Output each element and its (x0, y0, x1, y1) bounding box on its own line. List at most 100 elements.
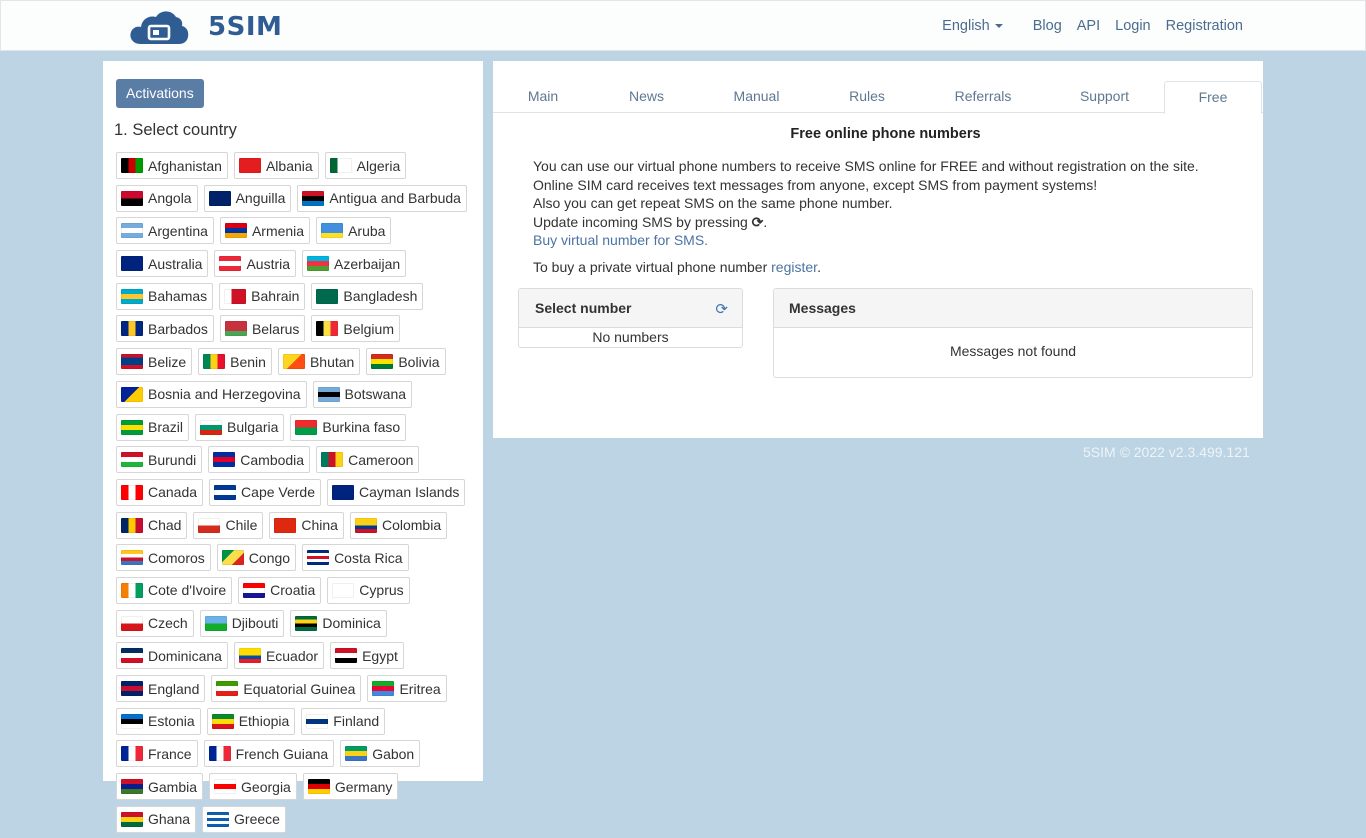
country-button[interactable]: Canada (116, 478, 204, 506)
country-button[interactable]: Barbados (116, 315, 214, 343)
tab-free[interactable]: Free (1164, 81, 1262, 114)
nav-registration[interactable]: Registration (1166, 18, 1243, 34)
country-button[interactable]: Greece (202, 805, 286, 833)
country-button[interactable]: Czech (116, 609, 194, 637)
country-button[interactable]: Cote d'Ivoire (116, 576, 233, 604)
country-button[interactable]: Germany (302, 773, 399, 801)
country-button[interactable]: French Guiana (203, 740, 335, 768)
country-button[interactable]: Armenia (219, 217, 311, 245)
country-button[interactable]: Cameroon (316, 446, 420, 474)
buy-number-link[interactable]: Buy virtual number for SMS. (533, 232, 708, 248)
country-button[interactable]: France (116, 740, 198, 768)
country-name: Eritrea (399, 680, 441, 697)
brand-logo[interactable]: 5SIM (129, 9, 282, 45)
country-name: Armenia (251, 222, 305, 239)
country-button[interactable]: Benin (198, 348, 272, 376)
country-button[interactable]: Bangladesh (311, 282, 424, 310)
country-button[interactable]: Bosnia and Herzegovina (116, 380, 307, 408)
country-button[interactable]: Estonia (116, 707, 201, 735)
country-button[interactable]: Ghana (116, 805, 197, 833)
country-button[interactable]: Dominicana (116, 642, 228, 670)
country-button[interactable]: Egypt (330, 642, 404, 670)
tab-news[interactable]: News (593, 81, 700, 113)
language-dropdown[interactable]: English (942, 18, 1003, 34)
country-button[interactable]: Georgia (209, 773, 297, 801)
country-button[interactable]: Chile (193, 511, 264, 539)
country-button[interactable]: Bhutan (277, 348, 361, 376)
country-name: Cayman Islands (359, 484, 460, 501)
tab-rules[interactable]: Rules (813, 81, 921, 113)
country-name: Bhutan (309, 353, 355, 370)
nav-api[interactable]: API (1077, 18, 1100, 34)
flag-icon (221, 550, 244, 566)
country-button[interactable]: Comoros (116, 544, 211, 572)
country-button[interactable]: Equatorial Guinea (211, 675, 362, 702)
country-button[interactable]: Croatia (238, 576, 322, 604)
flag-icon (121, 158, 143, 173)
country-button[interactable]: England (116, 675, 206, 702)
country-button[interactable]: Djibouti (199, 609, 285, 637)
register-prefix: To buy a private virtual phone number (533, 259, 768, 275)
refresh-icon[interactable]: ⟳ (715, 300, 728, 318)
country-button[interactable]: Austria (214, 250, 297, 278)
nav-login[interactable]: Login (1115, 18, 1150, 34)
country-button[interactable]: Bahamas (116, 282, 214, 310)
register-link[interactable]: register (771, 259, 817, 275)
tab-bar: Main News Manual Rules Referrals Support… (493, 81, 1263, 114)
country-name: Bahamas (148, 288, 208, 305)
country-button[interactable]: Belarus (219, 315, 306, 343)
country-button[interactable]: Finland (301, 707, 386, 735)
flag-icon (332, 582, 355, 598)
country-button[interactable]: Bahrain (219, 282, 306, 310)
tab-support[interactable]: Support (1045, 81, 1164, 113)
country-button[interactable]: Algeria (324, 152, 407, 179)
nav-blog[interactable]: Blog (1033, 18, 1062, 34)
country-button[interactable]: Cayman Islands (327, 478, 466, 506)
country-button[interactable]: Cambodia (208, 446, 311, 474)
country-button[interactable]: Belize (116, 348, 193, 376)
country-button[interactable]: Botswana (312, 380, 413, 408)
country-button[interactable]: Belgium (311, 315, 400, 343)
country-button[interactable]: Argentina (116, 217, 214, 245)
country-button[interactable]: Ecuador (233, 642, 325, 670)
country-button[interactable]: Australia (116, 250, 209, 278)
country-button[interactable]: Eritrea (367, 675, 447, 702)
country-button[interactable]: Dominica (290, 609, 387, 637)
flag-icon (282, 354, 305, 370)
country-button[interactable]: Bolivia (366, 348, 446, 376)
country-button[interactable]: Burundi (116, 446, 203, 474)
tab-main[interactable]: Main (493, 81, 593, 113)
country-button[interactable]: Anguilla (203, 184, 292, 212)
country-name: Cape Verde (241, 484, 315, 501)
country-button[interactable]: China (269, 511, 344, 539)
activations-button[interactable]: Activations (116, 79, 204, 108)
country-name: Azerbaijan (334, 255, 401, 272)
country-name: Equatorial Guinea (243, 680, 356, 697)
country-button[interactable]: Azerbaijan (302, 250, 407, 278)
country-button[interactable]: Colombia (349, 511, 448, 539)
country-button[interactable]: Chad (116, 511, 188, 539)
country-button[interactable]: Congo (216, 544, 297, 572)
country-button[interactable]: Cape Verde (209, 478, 321, 506)
country-button[interactable]: Gambia (116, 773, 204, 801)
country-button[interactable]: Afghanistan (116, 152, 228, 179)
select-country-heading: 1. Select country (114, 121, 237, 139)
country-button[interactable]: Burkina faso (290, 413, 407, 441)
country-button[interactable]: Bulgaria (195, 413, 285, 441)
flag-icon (317, 386, 340, 402)
country-button[interactable]: Antigua and Barbuda (297, 184, 467, 212)
country-button[interactable]: Brazil (116, 413, 190, 441)
country-button[interactable]: Albania (233, 152, 319, 179)
tab-referrals[interactable]: Referrals (921, 81, 1045, 113)
flag-icon (121, 550, 143, 566)
country-button[interactable]: Costa Rica (302, 544, 409, 572)
country-name: Algeria (356, 157, 401, 174)
country-button[interactable]: Gabon (340, 740, 421, 768)
country-button[interactable]: Angola (116, 184, 198, 212)
tab-manual[interactable]: Manual (700, 81, 813, 113)
country-button[interactable]: Ethiopia (206, 707, 296, 735)
update-line: Update incoming SMS by pressing ⟳. (533, 213, 768, 230)
flag-icon (121, 256, 143, 272)
country-button[interactable]: Cyprus (327, 576, 410, 604)
country-button[interactable]: Aruba (316, 217, 392, 245)
